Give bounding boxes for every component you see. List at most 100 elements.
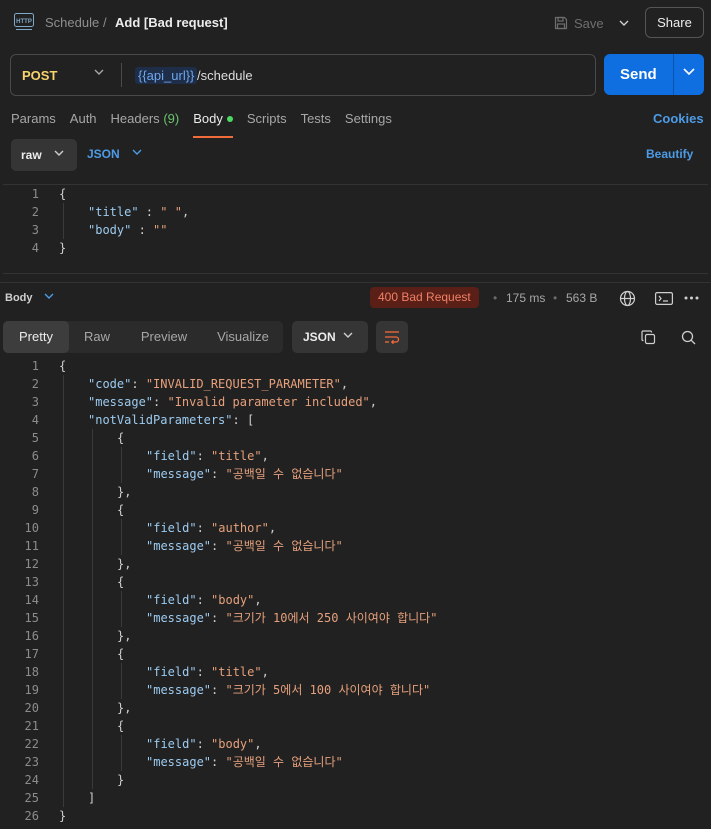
- tab-tests[interactable]: Tests: [301, 111, 331, 136]
- response-format-select[interactable]: JSON: [292, 321, 368, 353]
- request-tabs: Params Auth Headers (9) Body Scripts Tes…: [11, 111, 406, 138]
- code-line: 1{: [3, 185, 703, 203]
- json-punct: {: [59, 187, 67, 201]
- code-text: "message": "Invalid parameter included",: [88, 393, 377, 411]
- response-body-viewer[interactable]: 1{2 "code": "INVALID_REQUEST_PARAMETER", 3…: [3, 357, 708, 829]
- code-text: },: [117, 555, 131, 573]
- tab-auth[interactable]: Auth: [70, 111, 97, 136]
- json-punct: ,: [369, 395, 378, 409]
- chevron-down-icon[interactable]: [132, 149, 142, 155]
- code-text: "field": "author",: [146, 519, 276, 537]
- body-mode-select[interactable]: raw: [11, 139, 77, 171]
- tab-body[interactable]: Body: [193, 111, 233, 138]
- code-text: "title" : " ",: [88, 203, 189, 221]
- tab-label: Auth: [69, 111, 97, 126]
- code-text: "message": "크기가 10에서 250 사이여야 합니다": [146, 609, 437, 627]
- line-number: 15: [24, 611, 39, 625]
- code-line: 18 "field": "title",: [3, 663, 703, 681]
- tab-settings[interactable]: Settings: [345, 111, 392, 136]
- method-select[interactable]: POST: [22, 68, 57, 83]
- save-response-icon[interactable]: [655, 292, 673, 305]
- code-line: 2 "title" : " ",: [3, 203, 703, 221]
- response-section-label[interactable]: Body: [5, 292, 33, 304]
- cookies-link[interactable]: Cookies: [653, 111, 704, 126]
- status-badge[interactable]: 400 Bad Request: [370, 287, 479, 308]
- chevron-down-icon: [343, 332, 353, 338]
- chevron-down-icon[interactable]: [683, 68, 695, 75]
- json-string: "title": [211, 665, 262, 679]
- wrap-lines-button[interactable]: [376, 321, 408, 353]
- line-number: 8: [31, 485, 39, 499]
- code-text: "field": "body",: [146, 735, 262, 753]
- line-number: 21: [24, 719, 39, 733]
- code-text: {: [59, 185, 66, 203]
- tab-pretty[interactable]: Pretty: [3, 321, 69, 353]
- response-view-tabs: Pretty Raw Preview Visualize: [3, 321, 283, 353]
- chevron-down-icon: [619, 20, 629, 26]
- url-variable[interactable]: {{api_url}}: [135, 67, 198, 84]
- response-size[interactable]: 563 B: [566, 291, 597, 305]
- line-number: 4: [31, 413, 39, 427]
- tab-headers[interactable]: Headers (9): [111, 111, 180, 136]
- line-number: 12: [24, 557, 39, 571]
- line-number: 5: [31, 431, 39, 445]
- body-mode-label: raw: [21, 148, 42, 162]
- json-punct: }: [59, 241, 67, 255]
- more-options-icon[interactable]: [684, 296, 699, 300]
- json-punct: ,: [340, 377, 349, 391]
- json-punct: {: [117, 431, 125, 445]
- tab-params[interactable]: Params: [11, 111, 56, 136]
- send-divider: [673, 54, 674, 95]
- indent-guide: [121, 663, 122, 699]
- beautify-link[interactable]: Beautify: [646, 147, 693, 161]
- indent-guide: [92, 429, 93, 789]
- code-text: ]: [88, 789, 95, 807]
- search-button[interactable]: [677, 326, 699, 348]
- json-punct: :: [196, 737, 212, 751]
- globe-icon[interactable]: [619, 290, 636, 307]
- json-punct: : [: [232, 413, 255, 427]
- json-punct: :: [131, 223, 154, 237]
- response-time[interactable]: 175 ms: [506, 291, 545, 305]
- url-input[interactable]: /schedule: [197, 68, 253, 83]
- code-line: 2 "code": "INVALID_REQUEST_PARAMETER",: [3, 375, 703, 393]
- chevron-down-icon[interactable]: [94, 69, 104, 75]
- code-line: 13 {: [3, 573, 703, 591]
- save-dropdown-button[interactable]: [612, 11, 636, 35]
- indent-guide: [63, 203, 64, 239]
- code-line: 20},: [3, 699, 703, 717]
- line-number: 2: [31, 205, 39, 219]
- code-line: 25]: [3, 789, 703, 807]
- tab-visualize[interactable]: Visualize: [203, 321, 283, 353]
- request-body-editor[interactable]: 1{2 "title" : " ", 3 "body" : "" 4}: [3, 184, 708, 274]
- code-text: "message": "공백일 수 없습니다": [146, 537, 343, 555]
- body-language-select[interactable]: JSON: [87, 147, 120, 161]
- json-punct: :: [196, 449, 212, 463]
- code-text: },: [117, 699, 131, 717]
- line-number: 18: [24, 665, 39, 679]
- code-line: 12},: [3, 555, 703, 573]
- code-text: }: [117, 771, 124, 789]
- code-text: {: [117, 717, 124, 735]
- save-button[interactable]: Save: [554, 11, 604, 35]
- line-number: 13: [24, 575, 39, 589]
- line-number: 3: [31, 395, 39, 409]
- code-text: "message": "공백일 수 없습니다": [146, 753, 343, 771]
- separator-dot: •: [553, 291, 558, 305]
- share-button[interactable]: Share: [645, 7, 704, 38]
- code-text: "field": "title",: [146, 447, 269, 465]
- tab-scripts[interactable]: Scripts: [247, 111, 287, 136]
- send-button[interactable]: Send: [604, 54, 704, 95]
- indent-guide: [63, 375, 64, 807]
- breadcrumb-parent[interactable]: Schedule: [45, 15, 99, 30]
- code-line: 4 "notValidParameters": [: [3, 411, 703, 429]
- tab-raw[interactable]: Raw: [69, 321, 125, 353]
- request-title[interactable]: Add [Bad request]: [115, 15, 228, 30]
- json-punct: {: [117, 719, 125, 733]
- chevron-down-icon[interactable]: [44, 293, 54, 299]
- tab-preview[interactable]: Preview: [127, 321, 201, 353]
- copy-button[interactable]: [637, 326, 659, 348]
- json-punct: },: [117, 629, 132, 643]
- send-label: Send: [620, 66, 657, 83]
- code-line: 8},: [3, 483, 703, 501]
